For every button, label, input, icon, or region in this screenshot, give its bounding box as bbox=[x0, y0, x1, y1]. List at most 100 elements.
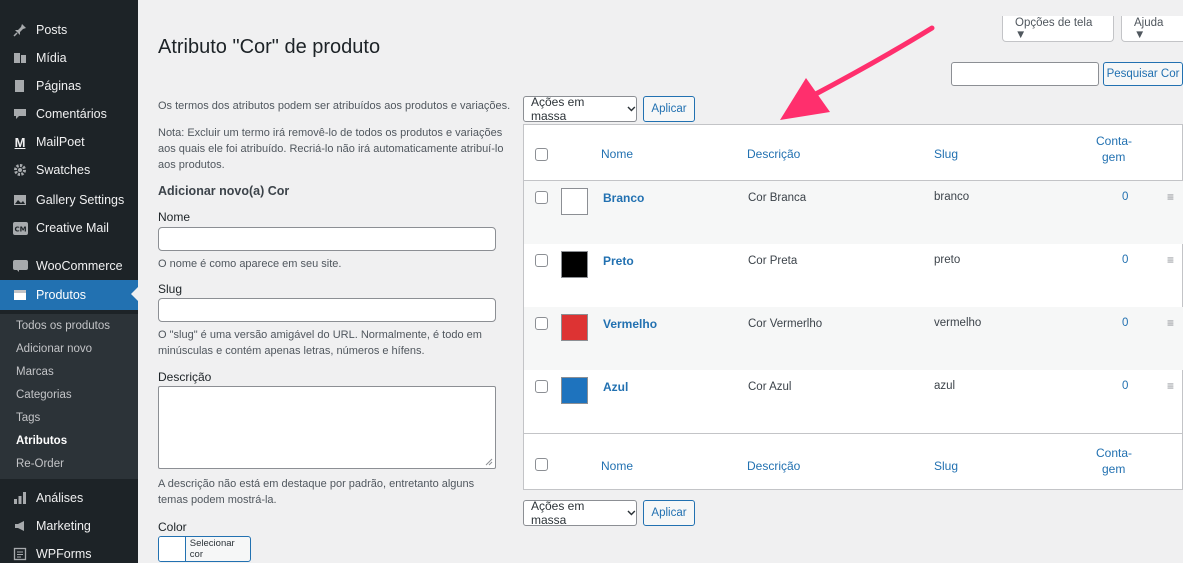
term-count[interactable]: 0 bbox=[1122, 254, 1128, 266]
sidebar-item-creative-mail[interactable]: CM Creative Mail bbox=[0, 214, 138, 242]
submenu-all-products[interactable]: Todos os produtos bbox=[16, 320, 110, 332]
bulk-actions-select-top[interactable]: Ações em massa bbox=[523, 95, 637, 123]
sidebar-item-midia[interactable]: Mídia bbox=[0, 44, 138, 72]
term-name-link[interactable]: Vermelho bbox=[603, 317, 657, 331]
sidebar-item-marketing[interactable]: Marketing bbox=[0, 512, 138, 540]
bulk-actions-label: Ações em massa bbox=[531, 95, 585, 123]
creative-mail-icon: CM bbox=[12, 220, 28, 236]
submenu-categories[interactable]: Categorias bbox=[16, 389, 72, 401]
submenu-brands[interactable]: Marcas bbox=[16, 366, 54, 378]
sidebar-item-mailpoet[interactable]: M MailPoet bbox=[0, 128, 138, 156]
slug-label: Slug bbox=[158, 282, 183, 296]
color-preview-swatch bbox=[159, 537, 186, 561]
sidebar-item-posts[interactable]: Posts bbox=[0, 16, 138, 44]
column-slug[interactable]: Slug bbox=[934, 147, 958, 161]
sidebar-item-woocommerce[interactable]: WooCommerce bbox=[0, 252, 138, 280]
column-name-footer[interactable]: Nome bbox=[601, 459, 633, 473]
pin-icon bbox=[12, 22, 28, 38]
term-count[interactable]: 0 bbox=[1122, 317, 1128, 329]
column-name[interactable]: Nome bbox=[601, 147, 633, 161]
sidebar-item-produtos[interactable]: Produtos bbox=[0, 280, 138, 310]
apply-button-bottom[interactable]: Aplicar bbox=[643, 500, 695, 526]
annotation-arrow-icon bbox=[780, 25, 935, 120]
search-colors-button[interactable]: Pesquisar Cor bbox=[1103, 62, 1183, 86]
gear-icon bbox=[12, 162, 28, 178]
color-swatch bbox=[561, 188, 588, 215]
sidebar-item-gallery-settings[interactable]: Gallery Settings bbox=[0, 186, 138, 214]
term-description: Cor Branca bbox=[748, 192, 807, 204]
column-description[interactable]: Descrição bbox=[747, 147, 800, 161]
column-description-footer[interactable]: Descrição bbox=[747, 459, 800, 473]
sidebar-item-label: WPForms bbox=[36, 547, 92, 561]
submenu-tags[interactable]: Tags bbox=[16, 412, 40, 424]
sidebar-item-wpforms[interactable]: WPForms bbox=[0, 540, 138, 563]
analytics-icon bbox=[12, 490, 28, 506]
submenu-add-new[interactable]: Adicionar novo bbox=[16, 343, 92, 355]
screen-options-button[interactable]: Opções de tela ▼ bbox=[1002, 16, 1114, 42]
term-count[interactable]: 0 bbox=[1122, 191, 1128, 203]
color-swatch bbox=[561, 251, 588, 278]
sidebar-item-label: Posts bbox=[36, 23, 68, 37]
apply-button-top[interactable]: Aplicar bbox=[643, 96, 695, 122]
resize-handle-icon[interactable] bbox=[485, 458, 493, 466]
sidebar-item-label: Análises bbox=[36, 491, 84, 505]
note-line-1: Nota: Excluir um termo irá removê-lo de … bbox=[158, 127, 503, 139]
svg-text:CM: CM bbox=[14, 225, 26, 233]
column-count-footer-line-2[interactable]: gem bbox=[1102, 462, 1125, 476]
row-checkbox[interactable] bbox=[535, 380, 548, 393]
table-row: Vermelho Cor Vermerlho vermelho 0 ≡ bbox=[524, 307, 1183, 370]
name-input[interactable] bbox=[158, 227, 496, 251]
select-all-checkbox-footer[interactable] bbox=[535, 458, 548, 471]
name-label: Nome bbox=[158, 210, 191, 224]
search-input[interactable] bbox=[951, 62, 1099, 86]
row-checkbox[interactable] bbox=[535, 254, 548, 267]
term-slug: branco bbox=[934, 191, 970, 203]
sidebar-item-label: Swatches bbox=[36, 163, 91, 177]
column-count-line-1[interactable]: Conta- bbox=[1096, 134, 1132, 148]
term-description: Cor Azul bbox=[748, 381, 792, 393]
forms-icon bbox=[12, 546, 28, 562]
comment-icon bbox=[12, 106, 28, 122]
products-submenu: Todos os produtos Adicionar novo Marcas … bbox=[0, 314, 138, 479]
note-line-2: aos quais ele foi atribuído. Recriá-lo n… bbox=[158, 143, 504, 155]
slug-input[interactable] bbox=[158, 298, 496, 322]
submenu-reorder[interactable]: Re-Order bbox=[16, 458, 64, 470]
term-name-link[interactable]: Azul bbox=[603, 380, 628, 394]
select-all-checkbox[interactable] bbox=[535, 148, 548, 161]
sidebar-item-analises[interactable]: Análises bbox=[0, 484, 138, 512]
bulk-actions-select-bottom[interactable]: Ações em massa bbox=[523, 499, 637, 527]
chevron-down-icon bbox=[627, 106, 636, 112]
color-picker-label: Selecionar cor bbox=[189, 538, 235, 560]
row-checkbox[interactable] bbox=[535, 317, 548, 330]
color-swatch bbox=[561, 314, 588, 341]
drag-handle-icon[interactable]: ≡ bbox=[1167, 253, 1174, 267]
color-picker-button[interactable]: Selecionar cor bbox=[158, 536, 251, 562]
drag-handle-icon[interactable]: ≡ bbox=[1167, 379, 1174, 393]
column-slug-footer[interactable]: Slug bbox=[934, 459, 958, 473]
sidebar-item-comentarios[interactable]: Comentários bbox=[0, 100, 138, 128]
sidebar-item-swatches[interactable]: Swatches bbox=[0, 156, 138, 184]
row-checkbox[interactable] bbox=[535, 191, 548, 204]
term-count[interactable]: 0 bbox=[1122, 380, 1128, 392]
submenu-attributes[interactable]: Atributos bbox=[16, 435, 67, 447]
sidebar-item-paginas[interactable]: Páginas bbox=[0, 72, 138, 100]
drag-handle-icon[interactable]: ≡ bbox=[1167, 190, 1174, 204]
name-help: O nome é como aparece em seu site. bbox=[158, 258, 342, 270]
term-name-link[interactable]: Preto bbox=[603, 254, 634, 268]
admin-sidebar: Posts Mídia Páginas Comentários M MailPo… bbox=[0, 0, 138, 563]
column-count-footer-line-1[interactable]: Conta- bbox=[1096, 446, 1132, 460]
term-slug: preto bbox=[934, 254, 961, 266]
description-textarea[interactable] bbox=[158, 386, 496, 469]
help-button[interactable]: Ajuda ▼ bbox=[1121, 16, 1183, 42]
table-row: Azul Cor Azul azul 0 ≡ bbox=[524, 370, 1183, 433]
sidebar-item-label: Gallery Settings bbox=[36, 193, 125, 207]
sidebar-item-label: Marketing bbox=[36, 519, 91, 533]
description-label: Descrição bbox=[158, 370, 212, 384]
sidebar-item-label: WooCommerce bbox=[36, 259, 123, 273]
term-name-link[interactable]: Branco bbox=[603, 191, 644, 205]
drag-handle-icon[interactable]: ≡ bbox=[1167, 316, 1174, 330]
sidebar-item-label: Produtos bbox=[36, 288, 87, 302]
column-count-line-2[interactable]: gem bbox=[1102, 150, 1125, 164]
description-help-line-2: temas podem mostrá-la. bbox=[158, 494, 277, 506]
sidebar-item-label: MailPoet bbox=[36, 135, 85, 149]
